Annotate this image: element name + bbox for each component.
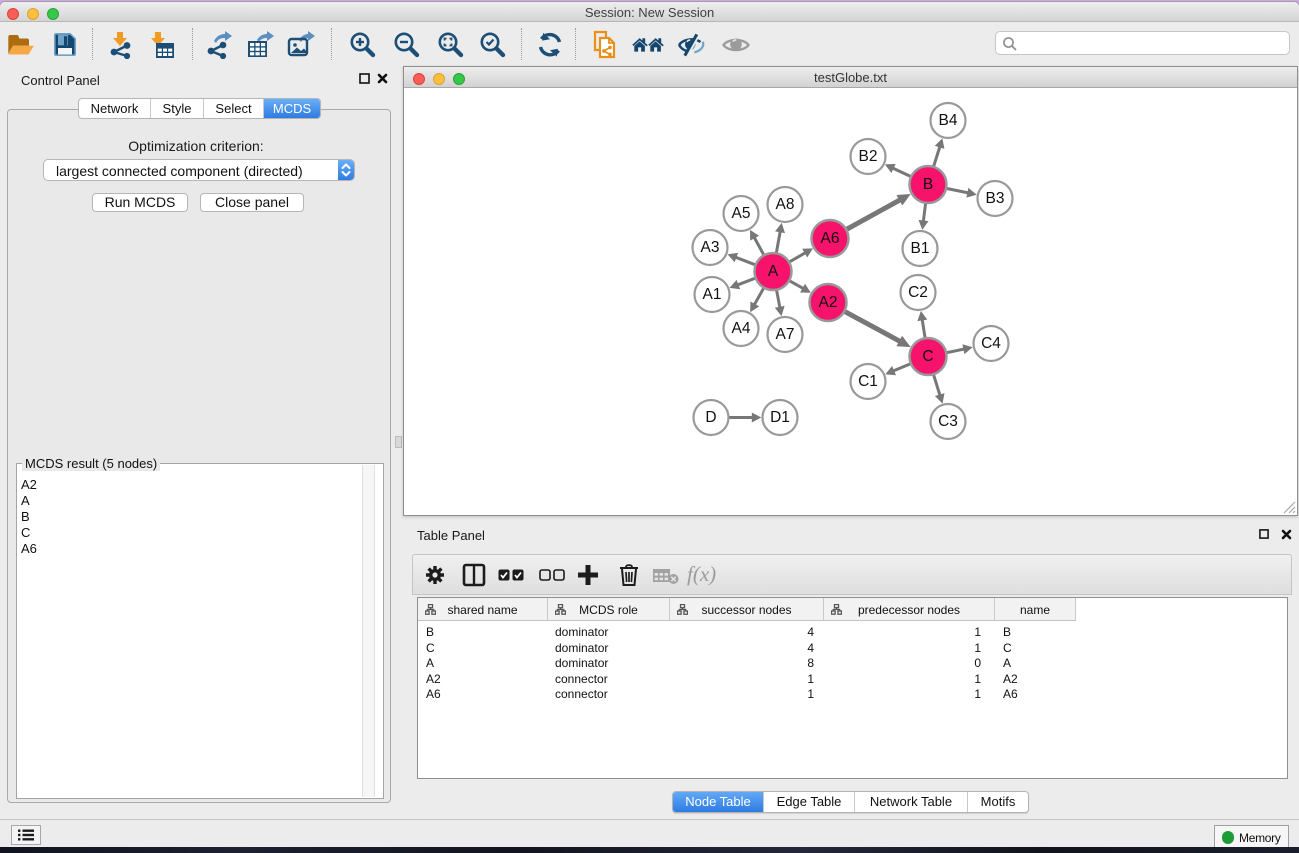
svg-text:A4: A4: [732, 320, 751, 337]
svg-text:A: A: [768, 263, 779, 280]
svg-text:D: D: [705, 409, 716, 426]
svg-text:A2: A2: [819, 294, 838, 311]
svg-text:C3: C3: [938, 413, 958, 430]
svg-text:B4: B4: [939, 112, 958, 129]
svg-text:A6: A6: [821, 230, 840, 247]
svg-text:B2: B2: [859, 148, 878, 165]
svg-text:A5: A5: [732, 205, 751, 222]
svg-text:B: B: [923, 176, 933, 193]
svg-text:C2: C2: [908, 284, 928, 301]
svg-text:D1: D1: [770, 409, 790, 426]
svg-text:B1: B1: [911, 240, 930, 257]
svg-text:A8: A8: [776, 196, 795, 213]
svg-text:C4: C4: [981, 335, 1001, 352]
svg-text:C1: C1: [858, 373, 878, 390]
svg-text:A3: A3: [701, 239, 720, 256]
svg-text:C: C: [922, 348, 933, 365]
svg-text:A7: A7: [776, 326, 795, 343]
svg-text:A1: A1: [703, 286, 722, 303]
svg-text:B3: B3: [986, 190, 1005, 207]
